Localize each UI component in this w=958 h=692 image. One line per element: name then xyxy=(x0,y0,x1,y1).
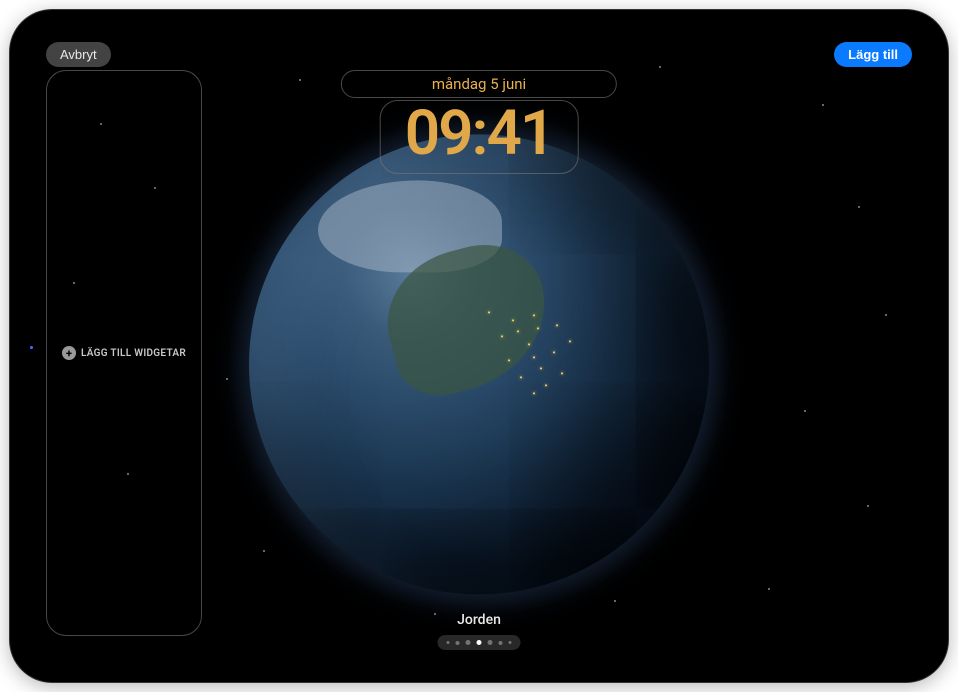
plus-circle-icon: + xyxy=(62,346,76,360)
device-frame: Avbryt Lägg till måndag 5 juni 09:41 + L… xyxy=(10,10,948,682)
page-dot xyxy=(499,641,503,645)
time-text: 09:41 xyxy=(405,97,554,170)
date-text: måndag 5 juni xyxy=(432,75,526,93)
time-widget-slot[interactable]: 09:41 xyxy=(380,100,579,174)
add-button[interactable]: Lägg till xyxy=(834,42,912,67)
page-dot xyxy=(488,640,493,645)
page-dot xyxy=(447,641,450,644)
side-indicator xyxy=(30,346,33,349)
date-widget-slot[interactable]: måndag 5 juni xyxy=(341,70,617,98)
page-dot xyxy=(466,640,471,645)
page-dot xyxy=(509,641,512,644)
page-dot-active xyxy=(477,640,482,645)
add-widgets-prompt: + LÄGG TILL WIDGETAR xyxy=(62,346,186,360)
page-dot xyxy=(456,641,460,645)
screen: Avbryt Lägg till måndag 5 juni 09:41 + L… xyxy=(28,28,930,664)
widget-panel[interactable]: + LÄGG TILL WIDGETAR xyxy=(46,70,202,636)
add-widgets-label: LÄGG TILL WIDGETAR xyxy=(81,348,186,359)
cancel-button[interactable]: Avbryt xyxy=(46,42,111,67)
earth-wallpaper[interactable] xyxy=(249,134,709,594)
wallpaper-name-label: Jorden xyxy=(457,612,501,628)
page-indicator[interactable] xyxy=(438,635,521,650)
